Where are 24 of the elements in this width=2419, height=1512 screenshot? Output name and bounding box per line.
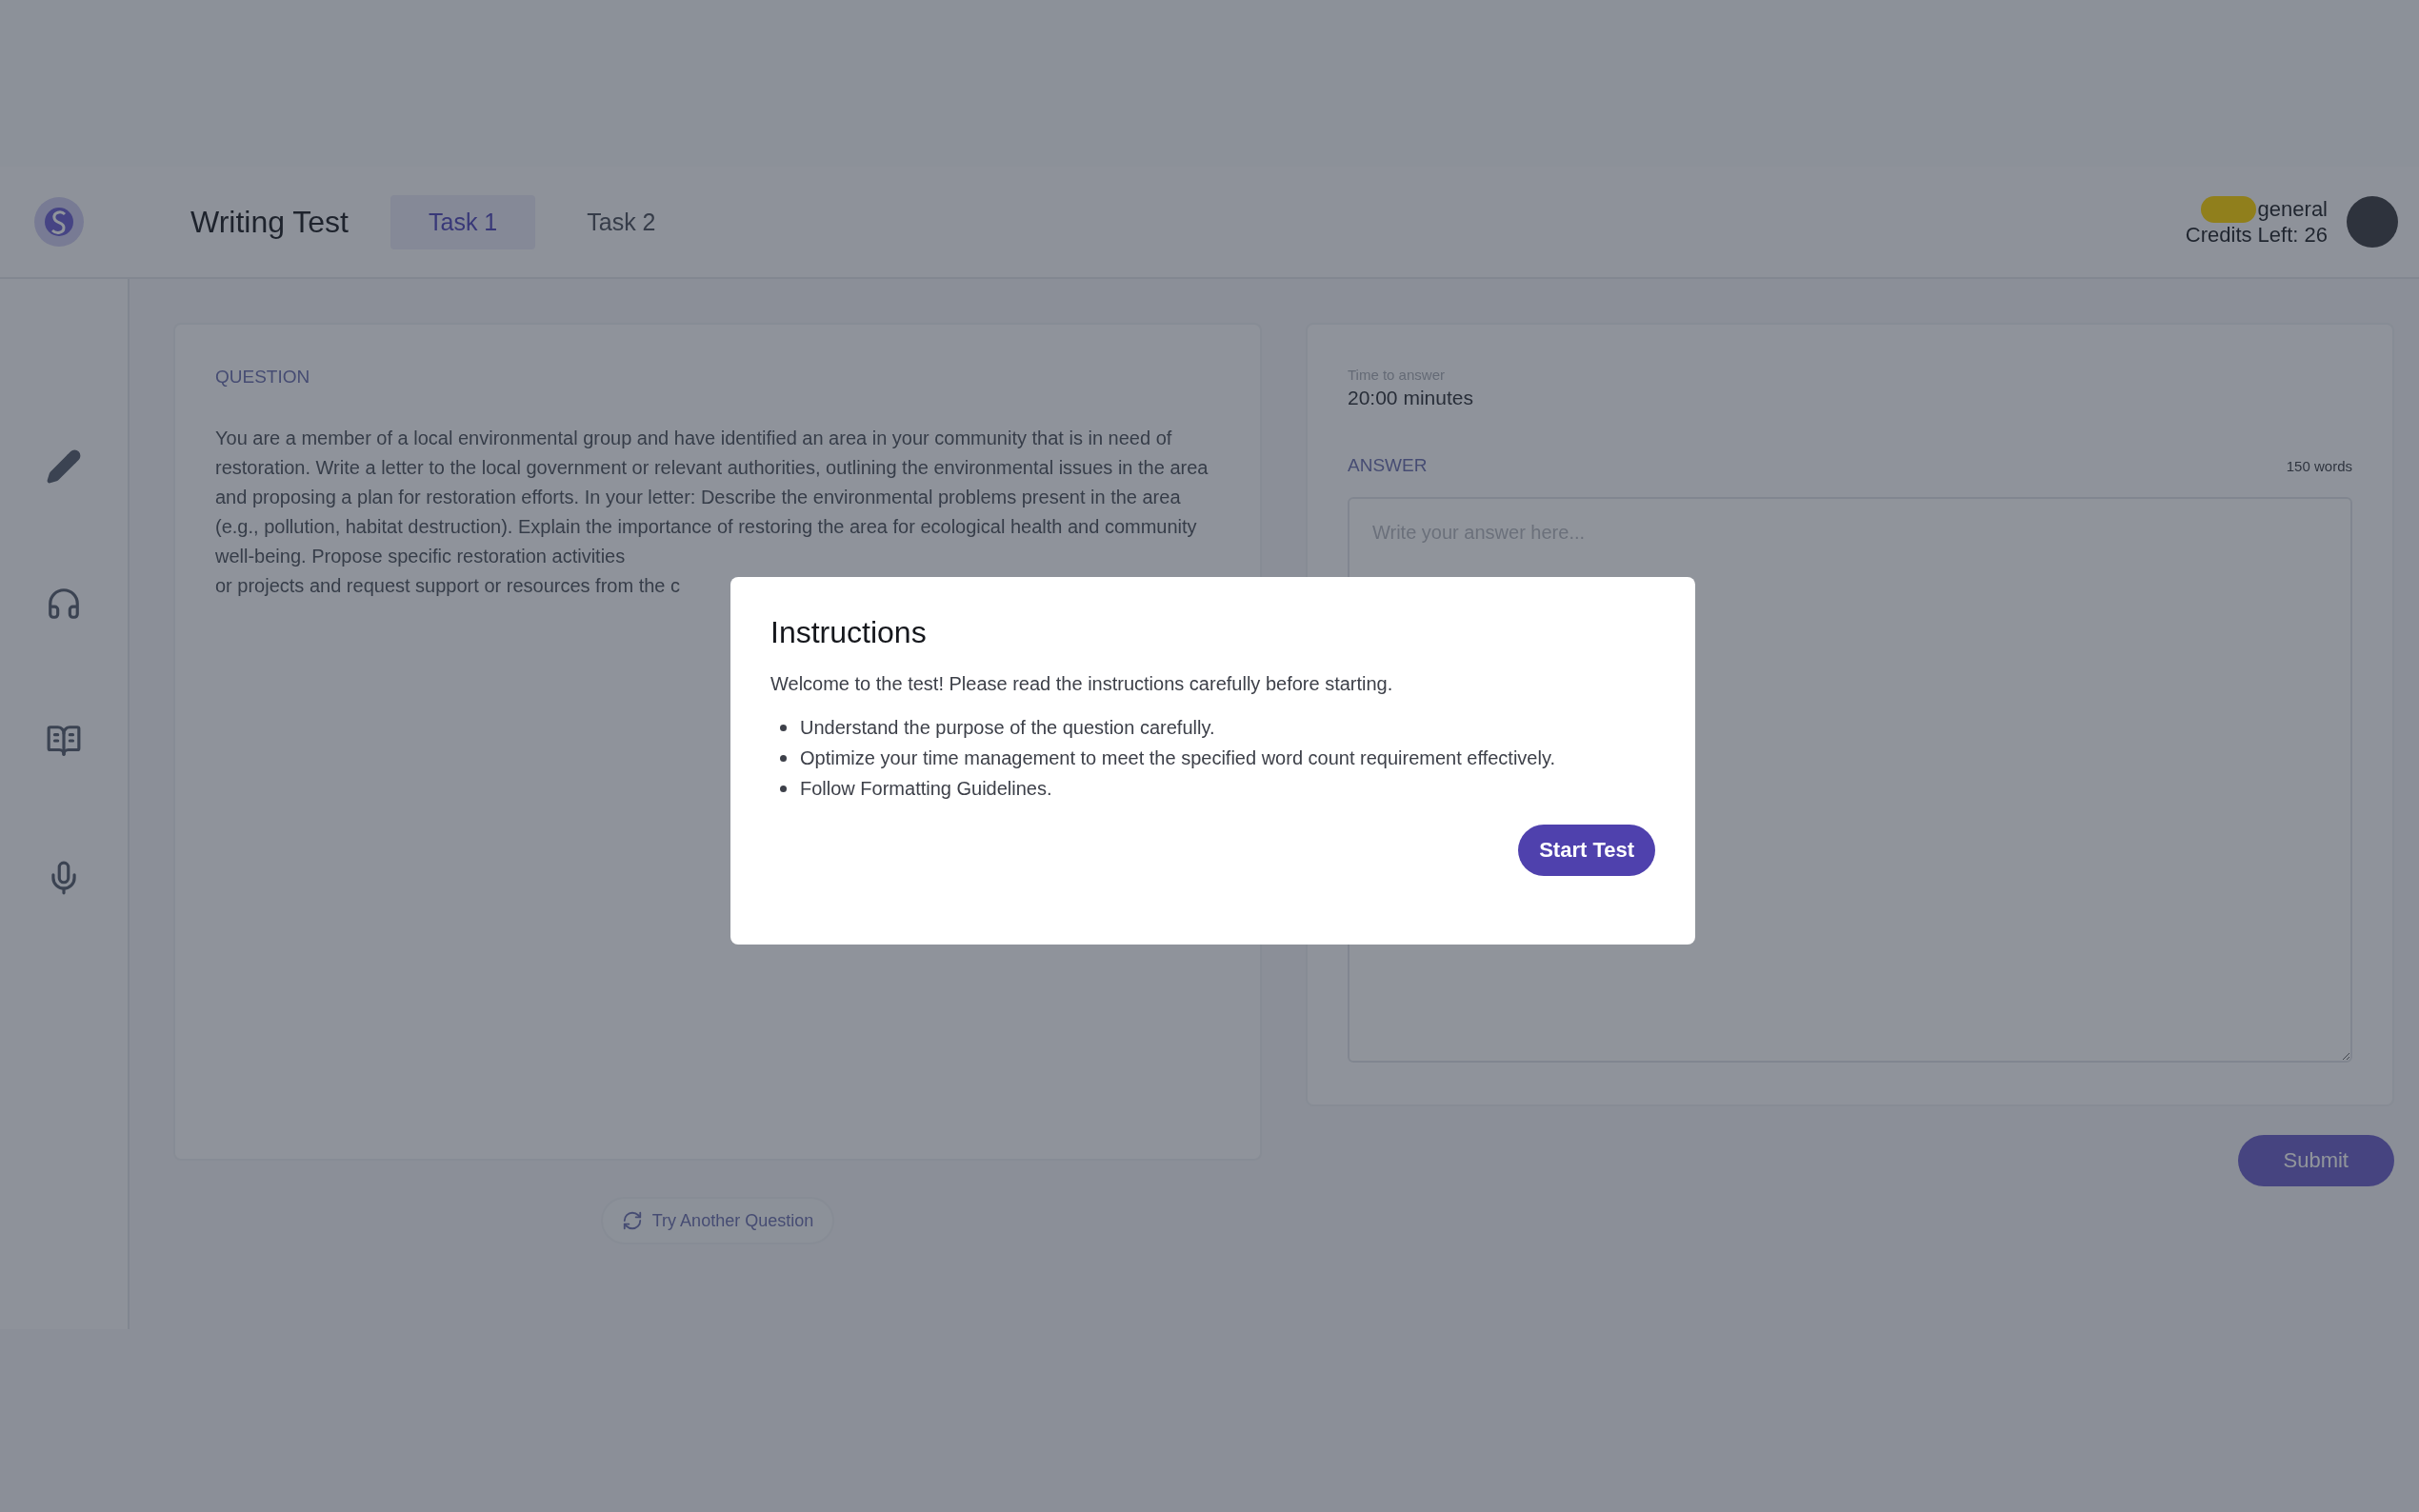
instruction-item: Understand the purpose of the question carefully. [800,716,1215,740]
pencil-icon[interactable] [46,448,82,485]
credits-left: Credits Left: 26 [2185,223,2328,248]
time-value: 20:00 minutes [1348,387,1474,409]
dialog-title: Instructions [770,615,928,650]
try-another-button[interactable]: Try Another Question [600,1197,835,1244]
user-name: general [2257,197,2328,222]
bullet-icon [780,724,787,731]
bullet-icon [780,785,787,792]
bullet-icon [780,754,787,762]
question-text: or projects and request support or resources from the c [215,574,680,598]
headphones-icon[interactable] [46,586,82,622]
task-tab[interactable]: Task 2 [549,194,694,249]
question-label: QUESTION [215,367,311,388]
word-count: 150 words [2286,457,2352,474]
page-title: Writing Test [190,204,349,240]
refresh-icon [621,1210,643,1231]
avatar[interactable] [2347,196,2398,248]
answer-label: ANSWER [1348,455,1428,476]
task-tab[interactable]: Task 1 [390,194,536,249]
start-test-button[interactable]: Start Test [1518,825,1655,876]
instruction-item: Follow Formatting Guidelines. [800,777,1052,801]
book-icon[interactable] [46,723,82,759]
redaction-mark [2200,196,2256,223]
